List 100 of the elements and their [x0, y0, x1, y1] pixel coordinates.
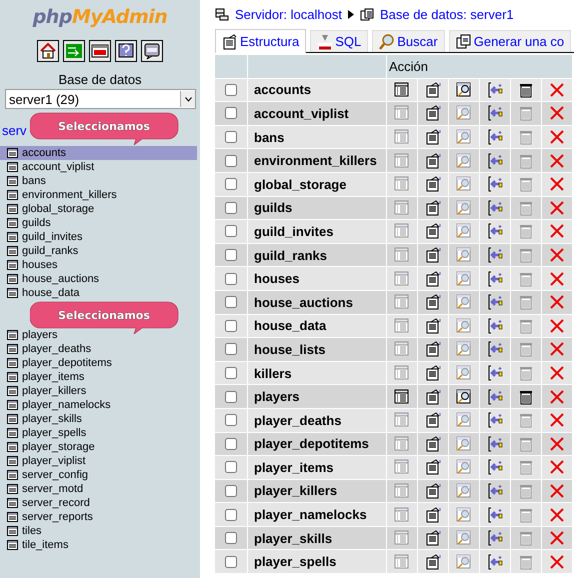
delete-icon[interactable] [549, 554, 565, 570]
row-checkbox[interactable] [225, 154, 237, 167]
table-link[interactable]: guild_invites [0, 230, 197, 244]
insert-icon[interactable] [487, 341, 503, 358]
insert-icon[interactable] [487, 554, 503, 570]
insert-icon[interactable] [487, 223, 503, 240]
tab[interactable]: Estructura [215, 29, 306, 53]
insert-icon[interactable] [487, 459, 503, 476]
table-link[interactable]: player_storage [0, 440, 197, 454]
trash-icon[interactable] [518, 388, 534, 405]
table-link[interactable]: guilds [0, 216, 197, 230]
structure-icon[interactable] [425, 388, 441, 405]
table-link[interactable]: houses [0, 258, 197, 272]
browse-icon[interactable] [394, 82, 410, 98]
structure-icon[interactable] [425, 530, 441, 546]
tab[interactable]: Generar una co [448, 30, 572, 52]
row-checkbox[interactable] [225, 296, 237, 308]
delete-icon[interactable] [549, 294, 565, 310]
structure-icon[interactable] [425, 318, 441, 334]
search-icon[interactable] [456, 82, 472, 98]
structure-icon[interactable] [425, 129, 441, 146]
delete-icon[interactable] [549, 412, 565, 428]
delete-icon[interactable] [549, 105, 565, 122]
sql-window-button[interactable] [89, 40, 111, 62]
delete-icon[interactable] [549, 176, 565, 192]
row-checkbox[interactable] [225, 272, 237, 285]
table-link[interactable]: player_spells [0, 426, 197, 440]
delete-icon[interactable] [549, 247, 565, 264]
delete-icon[interactable] [549, 318, 565, 334]
insert-icon[interactable] [487, 412, 503, 428]
database-link[interactable]: Base de datos: server1 [380, 6, 514, 22]
structure-icon[interactable] [425, 294, 441, 310]
insert-icon[interactable] [487, 82, 503, 98]
delete-icon[interactable] [549, 506, 565, 523]
row-checkbox[interactable] [225, 532, 237, 544]
row-checkbox[interactable] [225, 178, 237, 190]
tab[interactable]: SQL [310, 30, 368, 52]
structure-icon[interactable] [425, 82, 441, 98]
table-link[interactable]: environment_killers [0, 188, 197, 202]
table-link[interactable]: bans [0, 174, 197, 188]
server-link[interactable]: Servidor: localhost [235, 6, 342, 22]
insert-icon[interactable] [487, 388, 503, 405]
insert-icon[interactable] [487, 530, 503, 546]
delete-icon[interactable] [549, 270, 565, 287]
insert-icon[interactable] [487, 200, 503, 216]
row-checkbox[interactable] [225, 390, 237, 403]
row-checkbox[interactable] [225, 225, 237, 238]
table-link[interactable]: house_data [0, 286, 197, 300]
table-link[interactable]: player_deaths [0, 342, 197, 356]
table-link[interactable]: server_record [0, 496, 197, 510]
delete-icon[interactable] [549, 388, 565, 405]
insert-icon[interactable] [487, 247, 503, 264]
row-checkbox[interactable] [225, 202, 237, 214]
row-checkbox[interactable] [225, 556, 237, 568]
server-link[interactable]: serv [2, 122, 27, 138]
insert-icon[interactable] [487, 152, 503, 169]
structure-icon[interactable] [425, 105, 441, 122]
table-link[interactable]: house_auctions [0, 272, 197, 286]
row-checkbox[interactable] [225, 107, 237, 120]
structure-icon[interactable] [425, 412, 441, 428]
table-link[interactable]: account_viplist [0, 160, 197, 174]
structure-icon[interactable] [425, 365, 441, 382]
help-button[interactable] [115, 40, 137, 62]
insert-icon[interactable] [487, 129, 503, 146]
home-button[interactable] [37, 40, 59, 62]
sql-help-button[interactable] [141, 40, 163, 62]
tab[interactable]: Buscar [372, 30, 445, 52]
table-link[interactable]: server_config [0, 468, 197, 482]
table-link[interactable]: global_storage [0, 202, 197, 216]
table-link[interactable]: player_depotitems [0, 356, 197, 370]
table-link[interactable]: player_namelocks [0, 398, 197, 412]
structure-icon[interactable] [425, 554, 441, 570]
structure-icon[interactable] [425, 176, 441, 192]
delete-icon[interactable] [549, 200, 565, 216]
structure-icon[interactable] [425, 223, 441, 240]
delete-icon[interactable] [549, 129, 565, 146]
table-link[interactable]: player_skills [0, 412, 197, 426]
row-checkbox[interactable] [225, 508, 237, 521]
exit-button[interactable] [63, 40, 85, 62]
row-checkbox[interactable] [225, 461, 237, 474]
structure-icon[interactable] [425, 270, 441, 287]
row-checkbox[interactable] [225, 343, 237, 356]
insert-icon[interactable] [487, 506, 503, 523]
database-select[interactable]: server1 (29) [5, 89, 196, 109]
table-link[interactable]: guild_ranks [0, 244, 197, 258]
delete-icon[interactable] [549, 482, 565, 499]
insert-icon[interactable] [487, 176, 503, 192]
insert-icon[interactable] [487, 318, 503, 334]
delete-icon[interactable] [549, 223, 565, 240]
table-link[interactable]: tiles [0, 524, 197, 538]
table-link[interactable]: accounts [0, 146, 197, 160]
row-checkbox[interactable] [225, 438, 237, 450]
structure-icon[interactable] [425, 341, 441, 358]
row-checkbox[interactable] [225, 367, 237, 380]
row-checkbox[interactable] [225, 249, 237, 262]
structure-icon[interactable] [425, 200, 441, 216]
structure-icon[interactable] [425, 436, 441, 452]
delete-icon[interactable] [549, 365, 565, 382]
row-checkbox[interactable] [225, 320, 237, 332]
row-checkbox[interactable] [225, 414, 237, 426]
